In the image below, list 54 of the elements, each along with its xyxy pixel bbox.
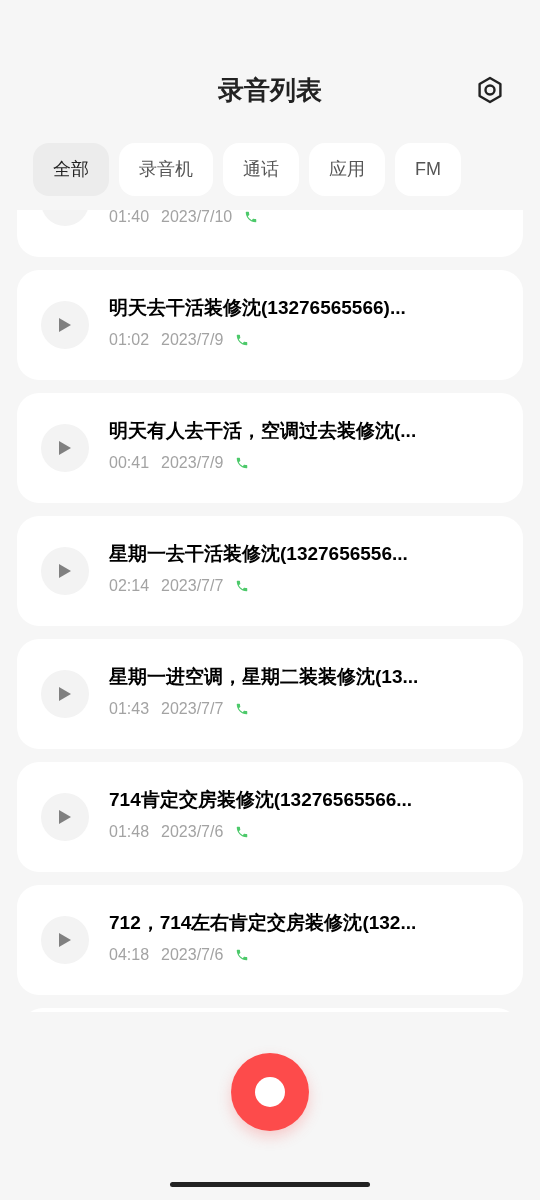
- recording-title: 明天有人去干活，空调过去装修沈(...: [109, 419, 417, 443]
- play-button[interactable]: [41, 670, 89, 718]
- phone-icon: [235, 333, 250, 347]
- record-button[interactable]: [231, 1053, 309, 1131]
- recording-duration: 01:40: [109, 210, 150, 227]
- recording-date: 2023/7/10: [161, 210, 233, 227]
- play-icon: [58, 317, 72, 333]
- filter-tab[interactable]: 应用: [309, 143, 385, 196]
- filter-tab[interactable]: FM: [395, 143, 461, 196]
- recording-date: 2023/7/9: [161, 453, 224, 473]
- recording-title: 星期一进空调，星期二装装修沈(13...: [109, 665, 419, 689]
- phone-icon: [235, 579, 250, 593]
- recording-title: 714肯定交房装修沈(13276565566...: [109, 788, 413, 812]
- recording-date: 2023/7/6: [161, 945, 224, 965]
- recording-duration: 02:14: [109, 576, 150, 596]
- settings-icon: [475, 75, 505, 105]
- page-title: 录音列表: [218, 74, 322, 107]
- recording-title: 星期一去干活装修沈(1327656556...: [109, 542, 408, 566]
- recording-duration: 01:02: [109, 330, 150, 350]
- recording-title: 712，714左右肯定交房装修沈(132...: [109, 911, 417, 935]
- play-button[interactable]: [41, 547, 89, 595]
- play-button[interactable]: [41, 424, 89, 472]
- recording-date: 2023/7/9: [161, 330, 224, 350]
- phone-icon: [235, 702, 250, 716]
- phone-icon: [244, 210, 259, 224]
- play-icon: [58, 932, 72, 948]
- play-button[interactable]: [41, 916, 89, 964]
- recording-date: 2023/7/7: [161, 699, 224, 719]
- filter-tab[interactable]: 通话: [223, 143, 299, 196]
- phone-icon: [235, 948, 250, 962]
- phone-icon: [235, 825, 250, 839]
- recording-title: 明天去干活装修沈(13276565566)...: [109, 296, 406, 320]
- recording-card[interactable]: 明天有人去干活，空调过去装修沈(... 00:41 2023/7/9: [17, 393, 523, 503]
- play-icon: [58, 809, 72, 825]
- recording-date: 2023/7/6: [161, 822, 224, 842]
- recording-duration: 01:48: [109, 822, 150, 842]
- record-icon: [255, 1077, 285, 1107]
- play-button[interactable]: [41, 301, 89, 349]
- phone-icon: [235, 456, 250, 470]
- recording-duration: 04:18: [109, 945, 150, 965]
- recording-card[interactable]: 714肯定交房装修沈(13276565566... 01:48 2023/7/6: [17, 762, 523, 872]
- recording-card[interactable]: 星期一去干活装修沈(1327656556... 02:14 2023/7/7: [17, 516, 523, 626]
- recording-card[interactable]: 星期一进空调，星期二装装修沈(13... 01:43 2023/7/7: [17, 639, 523, 749]
- play-icon: [58, 686, 72, 702]
- recording-date: 2023/7/7: [161, 576, 224, 596]
- recording-card[interactable]: 712，714左右肯定交房装修沈(132... 04:18 2023/7/6: [17, 885, 523, 995]
- play-icon: [58, 440, 72, 456]
- recording-card[interactable]: 明天去干活装修沈(13276565566)... 01:02 2023/7/9: [17, 270, 523, 380]
- play-button[interactable]: [41, 793, 89, 841]
- filter-tab[interactable]: 全部: [33, 143, 109, 196]
- recording-duration: 00:41: [109, 453, 150, 473]
- filter-tab[interactable]: 录音机: [119, 143, 213, 196]
- recording-duration: 01:43: [109, 699, 150, 719]
- play-icon: [58, 563, 72, 579]
